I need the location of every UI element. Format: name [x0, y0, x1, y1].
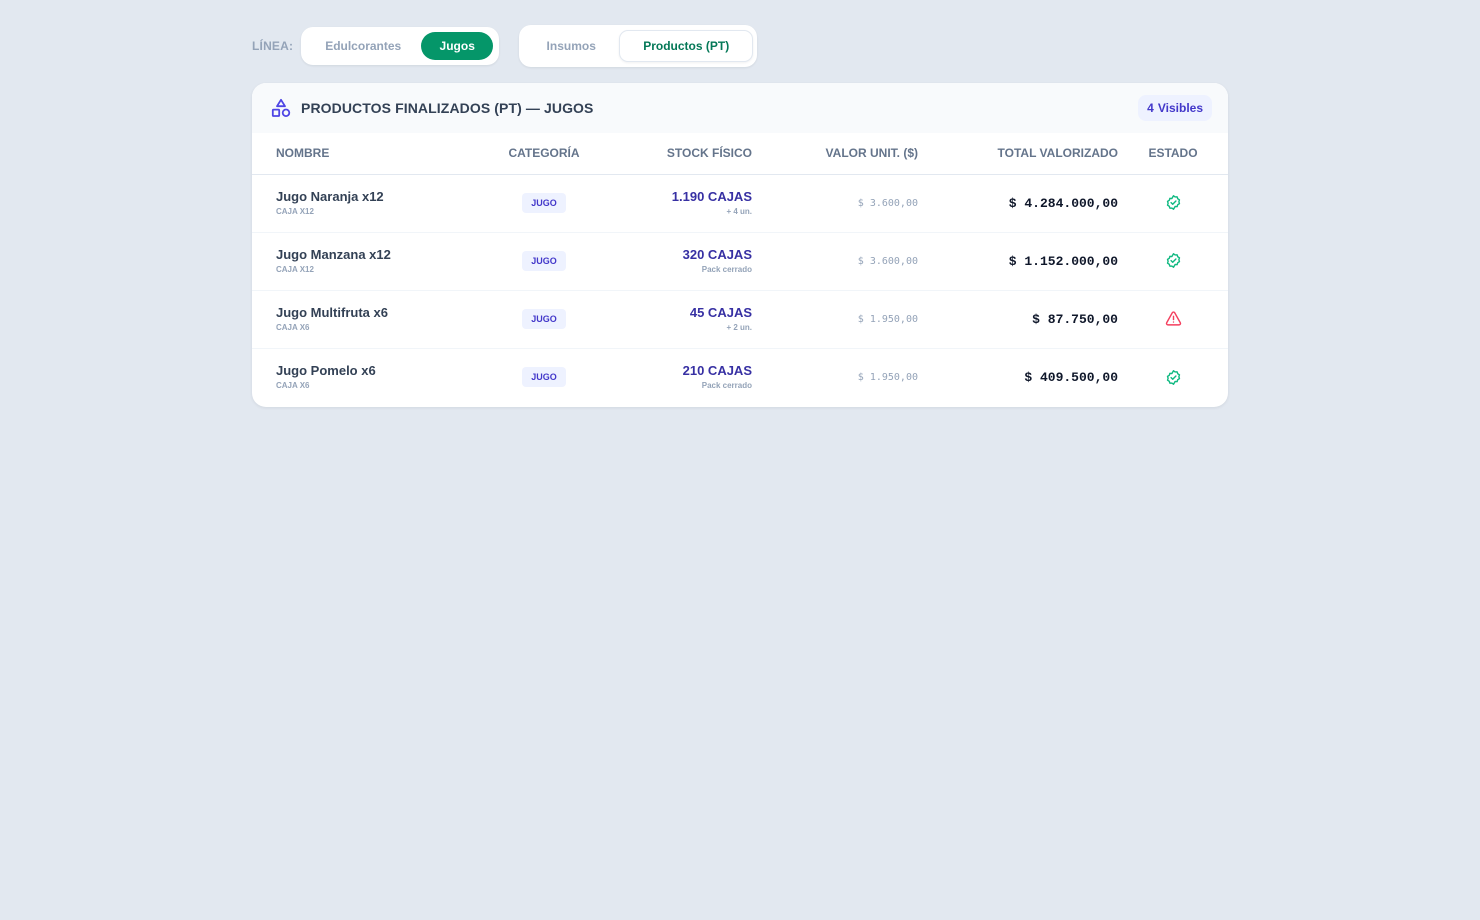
- view-segmented-control: Insumos Productos (PT): [519, 25, 758, 67]
- stock-quantity: 210 CAJAS: [682, 363, 752, 379]
- stock-quantity: 45 CAJAS: [689, 305, 752, 320]
- product-pack: CAJA X12: [276, 265, 314, 274]
- check-badge-icon: [1164, 194, 1182, 212]
- visible-count-badge: 4 Visibles: [1138, 95, 1212, 121]
- category-badge: JUGO: [522, 251, 566, 271]
- category-badge: JUGO: [522, 367, 566, 388]
- stock-quantity: 320 CAJAS: [682, 247, 752, 262]
- line-filter-label: LÍNEA:: [252, 39, 294, 53]
- shapes-icon: [270, 97, 292, 119]
- column-header-stock[interactable]: STOCK FÍSICO: [614, 133, 752, 175]
- category-badge: JUGO: [522, 309, 566, 329]
- stock-detail: Pack cerrado: [701, 381, 752, 391]
- stock-detail: + 4 un.: [726, 207, 752, 216]
- unit-value: $ 1.950,00: [752, 290, 918, 349]
- products-card: PRODUCTOS FINALIZADOS (PT) — JUGOS 4 Vis…: [252, 83, 1228, 407]
- stock-quantity: 1.190 CAJAS: [671, 189, 752, 204]
- visible-count: 4: [1147, 101, 1154, 115]
- product-pack: CAJA X12: [276, 207, 314, 216]
- column-header-total[interactable]: TOTAL VALORIZADO: [918, 133, 1118, 175]
- unit-value: $ 3.600,00: [752, 174, 918, 233]
- check-badge-icon: [1164, 252, 1182, 270]
- column-header-category[interactable]: CATEGORÍA: [474, 133, 614, 175]
- category-badge: JUGO: [522, 193, 566, 213]
- total-value: $ 1.152.000,00: [918, 232, 1118, 291]
- stock-detail: + 2 un.: [726, 323, 752, 332]
- products-table: NOMBRE CATEGORÍA STOCK FÍSICO VALOR UNIT…: [252, 133, 1228, 406]
- card-title: PRODUCTOS FINALIZADOS (PT) — JUGOS: [301, 100, 594, 116]
- table-row[interactable]: Jugo Pomelo x6 CAJA X6 JUGO 210 CAJAS Pa…: [252, 348, 1228, 406]
- table-row[interactable]: Jugo Naranja x12 CAJA X12 JUGO 1.190 CAJ…: [252, 174, 1228, 233]
- total-value: $ 4.284.000,00: [918, 174, 1118, 233]
- total-value: $ 87.750,00: [918, 290, 1118, 349]
- column-header-status[interactable]: ESTADO: [1118, 133, 1228, 175]
- product-name: Jugo Pomelo x6: [276, 363, 376, 379]
- stock-detail: Pack cerrado: [701, 265, 752, 274]
- filter-bar: LÍNEA: Edulcorantes Jugos Insumos Produc…: [252, 24, 758, 68]
- product-pack: CAJA X6: [276, 323, 310, 332]
- product-name: Jugo Multifruta x6: [276, 305, 388, 320]
- warning-triangle-icon: [1164, 310, 1182, 328]
- table-row[interactable]: Jugo Multifruta x6 CAJA X6 JUGO 45 CAJAS…: [252, 290, 1228, 349]
- line-segmented-control: Edulcorantes Jugos: [301, 27, 500, 65]
- unit-value: $ 3.600,00: [752, 232, 918, 291]
- visible-label: Visibles: [1157, 101, 1203, 115]
- product-pack: CAJA X6: [276, 381, 310, 391]
- card-header: PRODUCTOS FINALIZADOS (PT) — JUGOS 4 Vis…: [252, 83, 1228, 133]
- unit-value: $ 1.950,00: [857, 371, 918, 383]
- table-header-row: NOMBRE CATEGORÍA STOCK FÍSICO VALOR UNIT…: [252, 133, 1228, 175]
- column-header-unit-value[interactable]: VALOR UNIT. ($): [752, 133, 918, 175]
- column-header-name[interactable]: NOMBRE: [252, 133, 474, 175]
- view-option-productos[interactable]: Productos (PT): [619, 30, 754, 62]
- check-badge-icon: [1164, 368, 1182, 386]
- line-option-jugos[interactable]: Jugos: [421, 32, 494, 60]
- table-row[interactable]: Jugo Manzana x12 CAJA X12 JUGO 320 CAJAS…: [252, 232, 1228, 291]
- line-option-edulcorantes[interactable]: Edulcorantes: [305, 32, 421, 60]
- total-value: $ 409.500,00: [1024, 369, 1118, 385]
- product-name: Jugo Naranja x12: [276, 189, 384, 204]
- product-name: Jugo Manzana x12: [276, 247, 391, 262]
- view-option-insumos[interactable]: Insumos: [523, 30, 619, 62]
